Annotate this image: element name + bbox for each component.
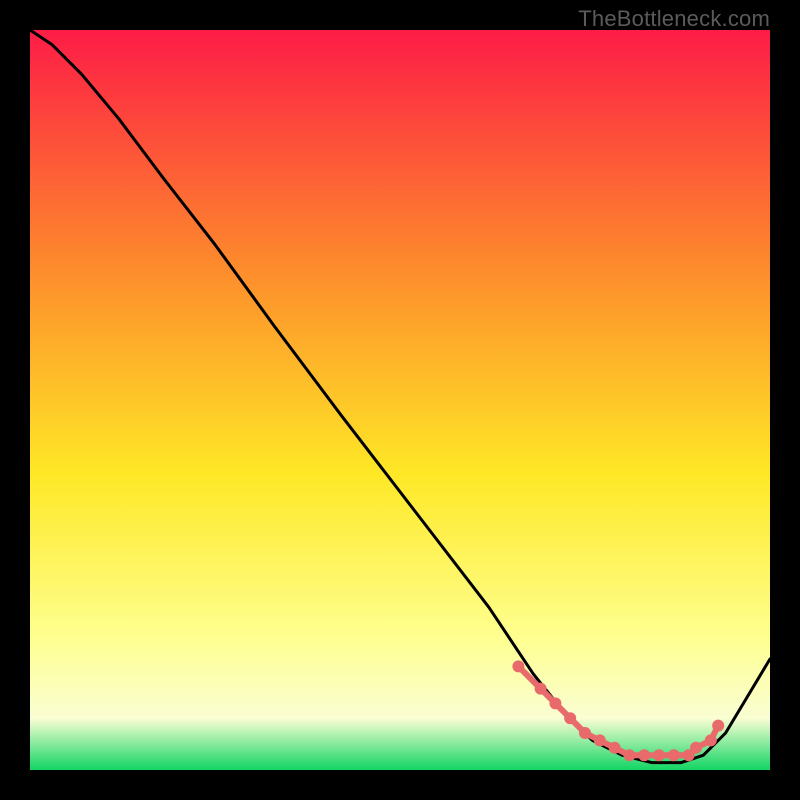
plot-area bbox=[30, 30, 770, 770]
highlight-dot bbox=[638, 749, 650, 761]
highlight-dot bbox=[535, 683, 547, 695]
highlight-dot bbox=[579, 727, 591, 739]
attribution-label: TheBottleneck.com bbox=[578, 6, 770, 32]
gradient-background bbox=[30, 30, 770, 770]
highlight-dot bbox=[623, 749, 635, 761]
highlight-dot bbox=[668, 749, 680, 761]
highlight-dot bbox=[609, 742, 621, 754]
highlight-dot bbox=[712, 720, 724, 732]
highlight-dot bbox=[549, 697, 561, 709]
highlight-dot bbox=[594, 734, 606, 746]
highlight-dot bbox=[512, 660, 524, 672]
chart-frame: TheBottleneck.com bbox=[0, 0, 800, 800]
chart-svg bbox=[30, 30, 770, 770]
highlight-dot bbox=[564, 712, 576, 724]
highlight-dot bbox=[653, 749, 665, 761]
highlight-dot bbox=[705, 734, 717, 746]
highlight-dot bbox=[690, 742, 702, 754]
